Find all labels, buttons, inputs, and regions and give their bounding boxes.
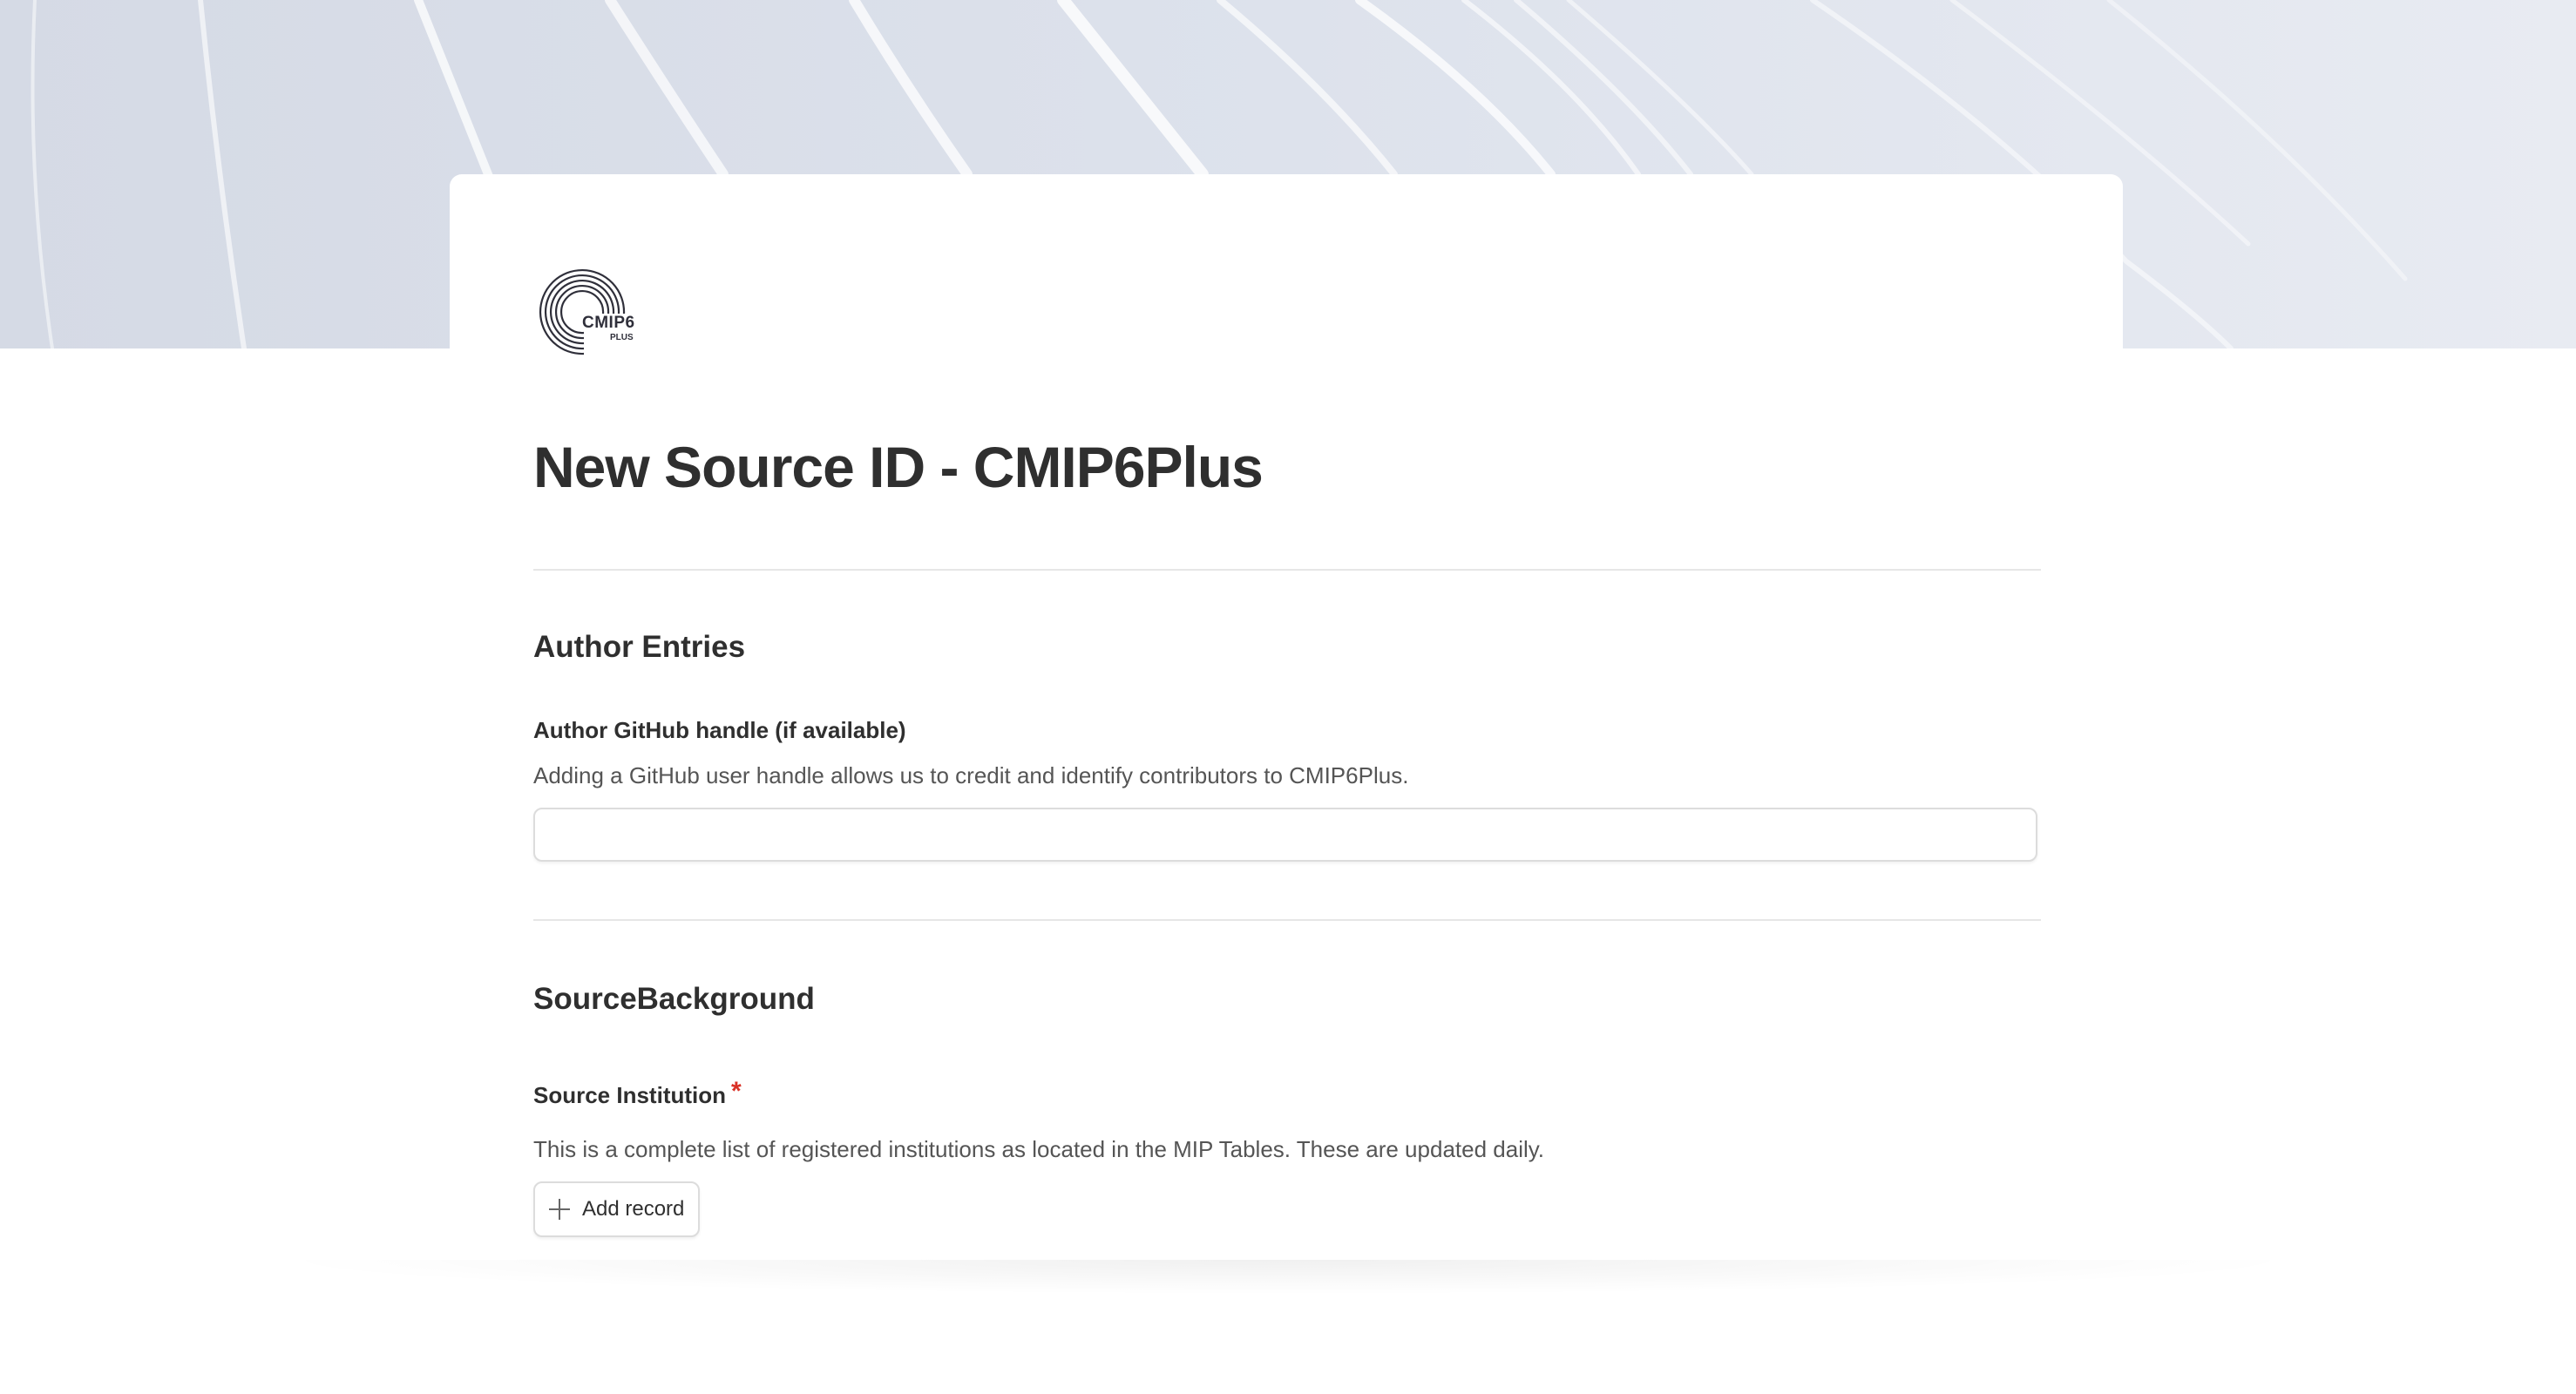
section-title-author-entries: Author Entries (533, 630, 746, 664)
divider (533, 569, 2041, 571)
github-handle-input[interactable] (533, 808, 2037, 862)
add-record-button[interactable]: Add record (533, 1181, 701, 1237)
divider (533, 919, 2041, 921)
field-label-source-institution: Source Institution * (533, 1077, 742, 1110)
required-marker: * (731, 1077, 742, 1106)
cmip6-plus-logo: CMIP6 PLUS (539, 261, 652, 357)
logo-subtext: PLUS (610, 333, 634, 342)
field-label-github-handle: Author GitHub handle (if available) (533, 717, 906, 743)
field-label-text: Source Institution (533, 1082, 726, 1108)
page-title: New Source ID - CMIP6Plus (533, 435, 1264, 499)
form-card: CMIP6 PLUS New Source ID - CMIP6Plus Aut… (450, 174, 2123, 1394)
add-record-label: Add record (582, 1197, 685, 1221)
field-description-github-handle: Adding a GitHub user handle allows us to… (533, 762, 1409, 788)
logo-arcs-icon (539, 269, 626, 355)
section-title-source-background: SourceBackground (533, 982, 815, 1016)
logo-text: CMIP6 (582, 314, 635, 332)
plus-icon (549, 1199, 570, 1220)
bottom-fade (261, 1260, 2315, 1295)
field-description-source-institution: This is a complete list of registered in… (533, 1136, 1545, 1162)
